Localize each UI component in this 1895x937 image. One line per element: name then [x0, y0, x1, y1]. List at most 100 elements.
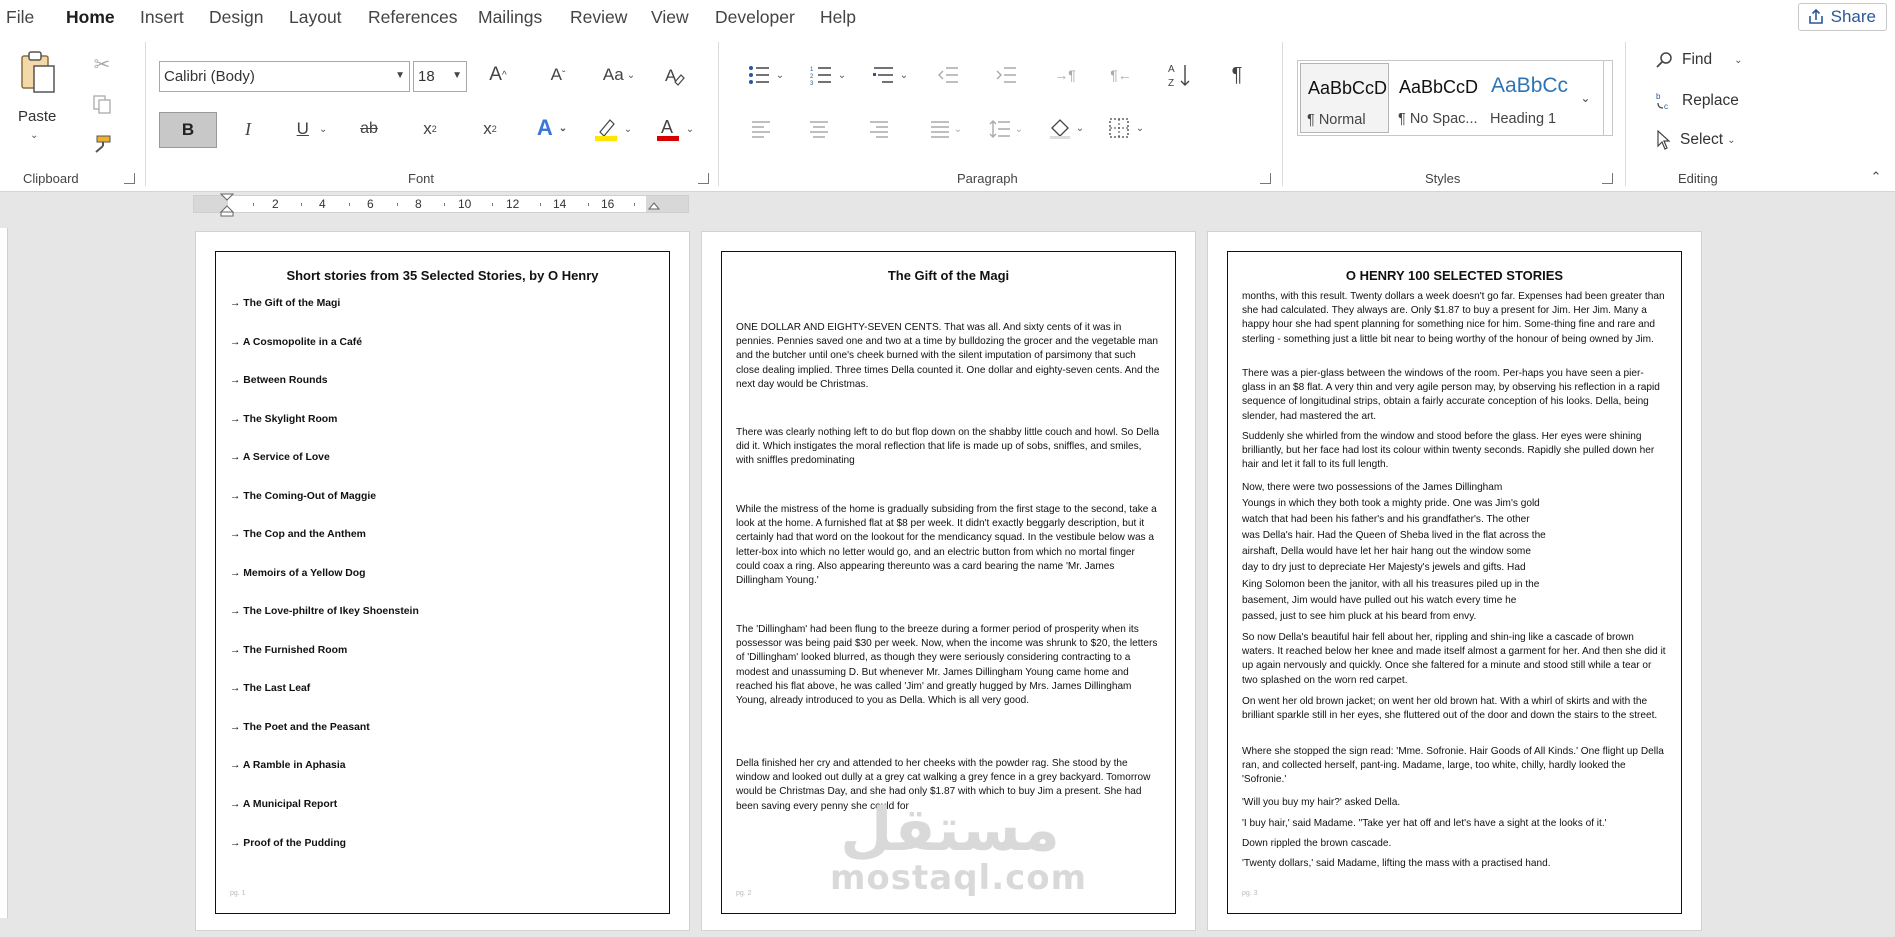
tab-references[interactable]: References [368, 7, 458, 28]
style-normal[interactable]: AaBbCcD ¶ Normal [1300, 63, 1389, 133]
shrink-font-icon[interactable]: Aˇ [545, 62, 571, 88]
bullets-icon[interactable]: ⌄ [744, 62, 788, 88]
select-button[interactable]: Select ⌄ [1656, 130, 1735, 150]
font-color-button[interactable]: A ⌄ [652, 114, 698, 144]
right-indent-marker-icon[interactable] [648, 202, 660, 214]
subscript-button[interactable]: x2 [418, 116, 442, 142]
replace-button[interactable]: bc Replace [1656, 91, 1739, 111]
indent-marker-icon[interactable] [220, 193, 234, 217]
chevron-down-icon: ▼ [452, 70, 462, 81]
styles-gallery: AaBbCcD ¶ Normal AaBbCcD ¶ No Spac... Aa… [1297, 60, 1613, 136]
toc-item[interactable]: → Proof of the Pudding [230, 838, 346, 849]
font-size-value: 18 [418, 68, 435, 85]
font-name-combo[interactable]: Calibri (Body) ▼ [159, 61, 410, 92]
superscript-button[interactable]: x2 [478, 116, 502, 142]
tab-layout[interactable]: Layout [289, 7, 342, 28]
find-button[interactable]: Find ⌄ [1656, 51, 1743, 69]
rtl-icon[interactable]: ¶← [1108, 62, 1134, 88]
toc-item[interactable]: → The Last Leaf [230, 683, 310, 694]
ruler-label: 6 [367, 197, 374, 211]
font-launcher-icon[interactable] [698, 173, 709, 184]
paragraph-launcher-icon[interactable] [1260, 173, 1271, 184]
text-line: King Solomon been the janitor, with all … [1242, 578, 1540, 590]
style-name: Heading 1 [1490, 111, 1557, 127]
multilevel-list-icon[interactable]: ⌄ [868, 62, 912, 88]
toc-item[interactable]: → The Gift of the Magi [230, 298, 340, 309]
toc-item[interactable]: → A Municipal Report [230, 799, 337, 810]
styles-more-button[interactable]: ⌄ [1568, 60, 1604, 136]
vertical-ruler[interactable] [0, 228, 8, 918]
grow-font-icon[interactable]: A ^ [485, 62, 511, 88]
collapse-ribbon-icon[interactable]: ⌃ [1868, 169, 1884, 184]
borders-icon[interactable]: ⌄ [1104, 114, 1148, 142]
paste-label[interactable]: Paste [18, 108, 56, 125]
style-name: ¶ Normal [1307, 112, 1366, 128]
decrease-indent-icon[interactable] [934, 62, 962, 88]
toc-item-label: A Cosmopolite in a Café [242, 337, 363, 348]
tab-view[interactable]: View [651, 7, 689, 28]
toc-item[interactable]: → Between Rounds [230, 375, 328, 386]
italic-button[interactable]: I [236, 116, 260, 142]
document-page-3[interactable]: O HENRY 100 SELECTED STORIES months, wit… [1207, 231, 1702, 931]
align-left-icon[interactable] [748, 116, 774, 142]
toc-item[interactable]: → The Furnished Room [230, 645, 347, 656]
text-line: airshaft, Della would have let her hair … [1242, 546, 1531, 558]
toc-item[interactable]: → A Service of Love [230, 452, 330, 463]
change-case-button[interactable]: Aa ⌄ [600, 62, 638, 88]
toc-item-label: A Service of Love [242, 452, 330, 463]
subscript-label: x [423, 119, 432, 138]
tab-developer[interactable]: Developer [715, 7, 795, 28]
tab-insert[interactable]: Insert [140, 7, 184, 28]
text-line: Youngs in which they both took a mighty … [1242, 498, 1540, 510]
toc-item[interactable]: → The Poet and the Peasant [230, 722, 370, 733]
toc-item[interactable]: → The Skylight Room [230, 414, 337, 425]
styles-launcher-icon[interactable] [1602, 173, 1613, 184]
toc-item[interactable]: → A Ramble in Aphasia [230, 760, 346, 771]
strikethrough-button[interactable]: ab [356, 116, 382, 142]
svg-text:Z: Z [1168, 78, 1174, 88]
clear-formatting-icon[interactable]: A [660, 62, 688, 88]
copy-icon[interactable] [90, 92, 114, 116]
shading-icon[interactable]: ⌄ [1044, 114, 1088, 142]
text-effects-button[interactable]: A ⌄ [532, 114, 572, 142]
line-spacing-icon[interactable]: ⌄ [984, 116, 1028, 142]
sort-icon[interactable]: AZ [1166, 60, 1194, 90]
paste-dropdown-icon[interactable]: ⌄ [30, 130, 38, 141]
toc-item[interactable]: → The Love-philtre of Ikey Shoenstein [230, 606, 419, 617]
toc-item[interactable]: → The Coming-Out of Maggie [230, 491, 376, 502]
align-center-icon[interactable] [806, 116, 832, 142]
justify-icon[interactable]: ⌄ [924, 116, 968, 142]
tab-review[interactable]: Review [570, 7, 627, 28]
format-painter-icon[interactable] [90, 132, 114, 156]
paragraph: The 'Dillingham' had been flung to the b… [736, 624, 1158, 707]
bold-button[interactable]: B [159, 112, 217, 148]
tab-home[interactable]: Home [66, 7, 115, 37]
cut-icon[interactable]: ✂ [90, 52, 114, 76]
style-preview: AaBbCcD [1308, 78, 1388, 98]
tab-file[interactable]: File [6, 7, 34, 28]
separator [1625, 42, 1626, 186]
numbering-icon[interactable]: 1 2 3 ⌄ [806, 62, 850, 88]
style-no-spacing[interactable]: AaBbCcD ¶ No Spac... [1392, 63, 1481, 133]
search-icon [1656, 52, 1672, 68]
font-size-combo[interactable]: 18 ▼ [413, 61, 467, 92]
toc-item[interactable]: → Memoirs of a Yellow Dog [230, 568, 366, 579]
highlight-button[interactable]: ⌄ [590, 114, 636, 144]
increase-indent-icon[interactable] [992, 62, 1020, 88]
toc-item[interactable]: → A Cosmopolite in a Café [230, 337, 362, 348]
share-button[interactable]: Share [1797, 3, 1887, 31]
paragraph: There was a pier-glass between the windo… [1242, 368, 1660, 422]
tab-help[interactable]: Help [820, 7, 856, 28]
document-page-1[interactable]: Short stories from 35 Selected Stories, … [195, 231, 690, 931]
tab-design[interactable]: Design [209, 7, 263, 28]
horizontal-ruler[interactable]: 2 4 6 8 10 12 14 16 [193, 193, 689, 217]
toc-item[interactable]: → The Cop and the Anthem [230, 529, 366, 540]
clipboard-launcher-icon[interactable] [124, 173, 135, 184]
tab-mailings[interactable]: Mailings [478, 7, 542, 28]
paste-icon[interactable] [16, 48, 60, 98]
show-paragraph-marks-icon[interactable]: ¶ [1224, 62, 1250, 88]
align-right-icon[interactable] [866, 116, 892, 142]
ltr-icon[interactable]: →¶ [1052, 62, 1078, 88]
font-name-value: Calibri (Body) [164, 68, 255, 85]
underline-button[interactable]: U ⌄ [290, 116, 334, 142]
